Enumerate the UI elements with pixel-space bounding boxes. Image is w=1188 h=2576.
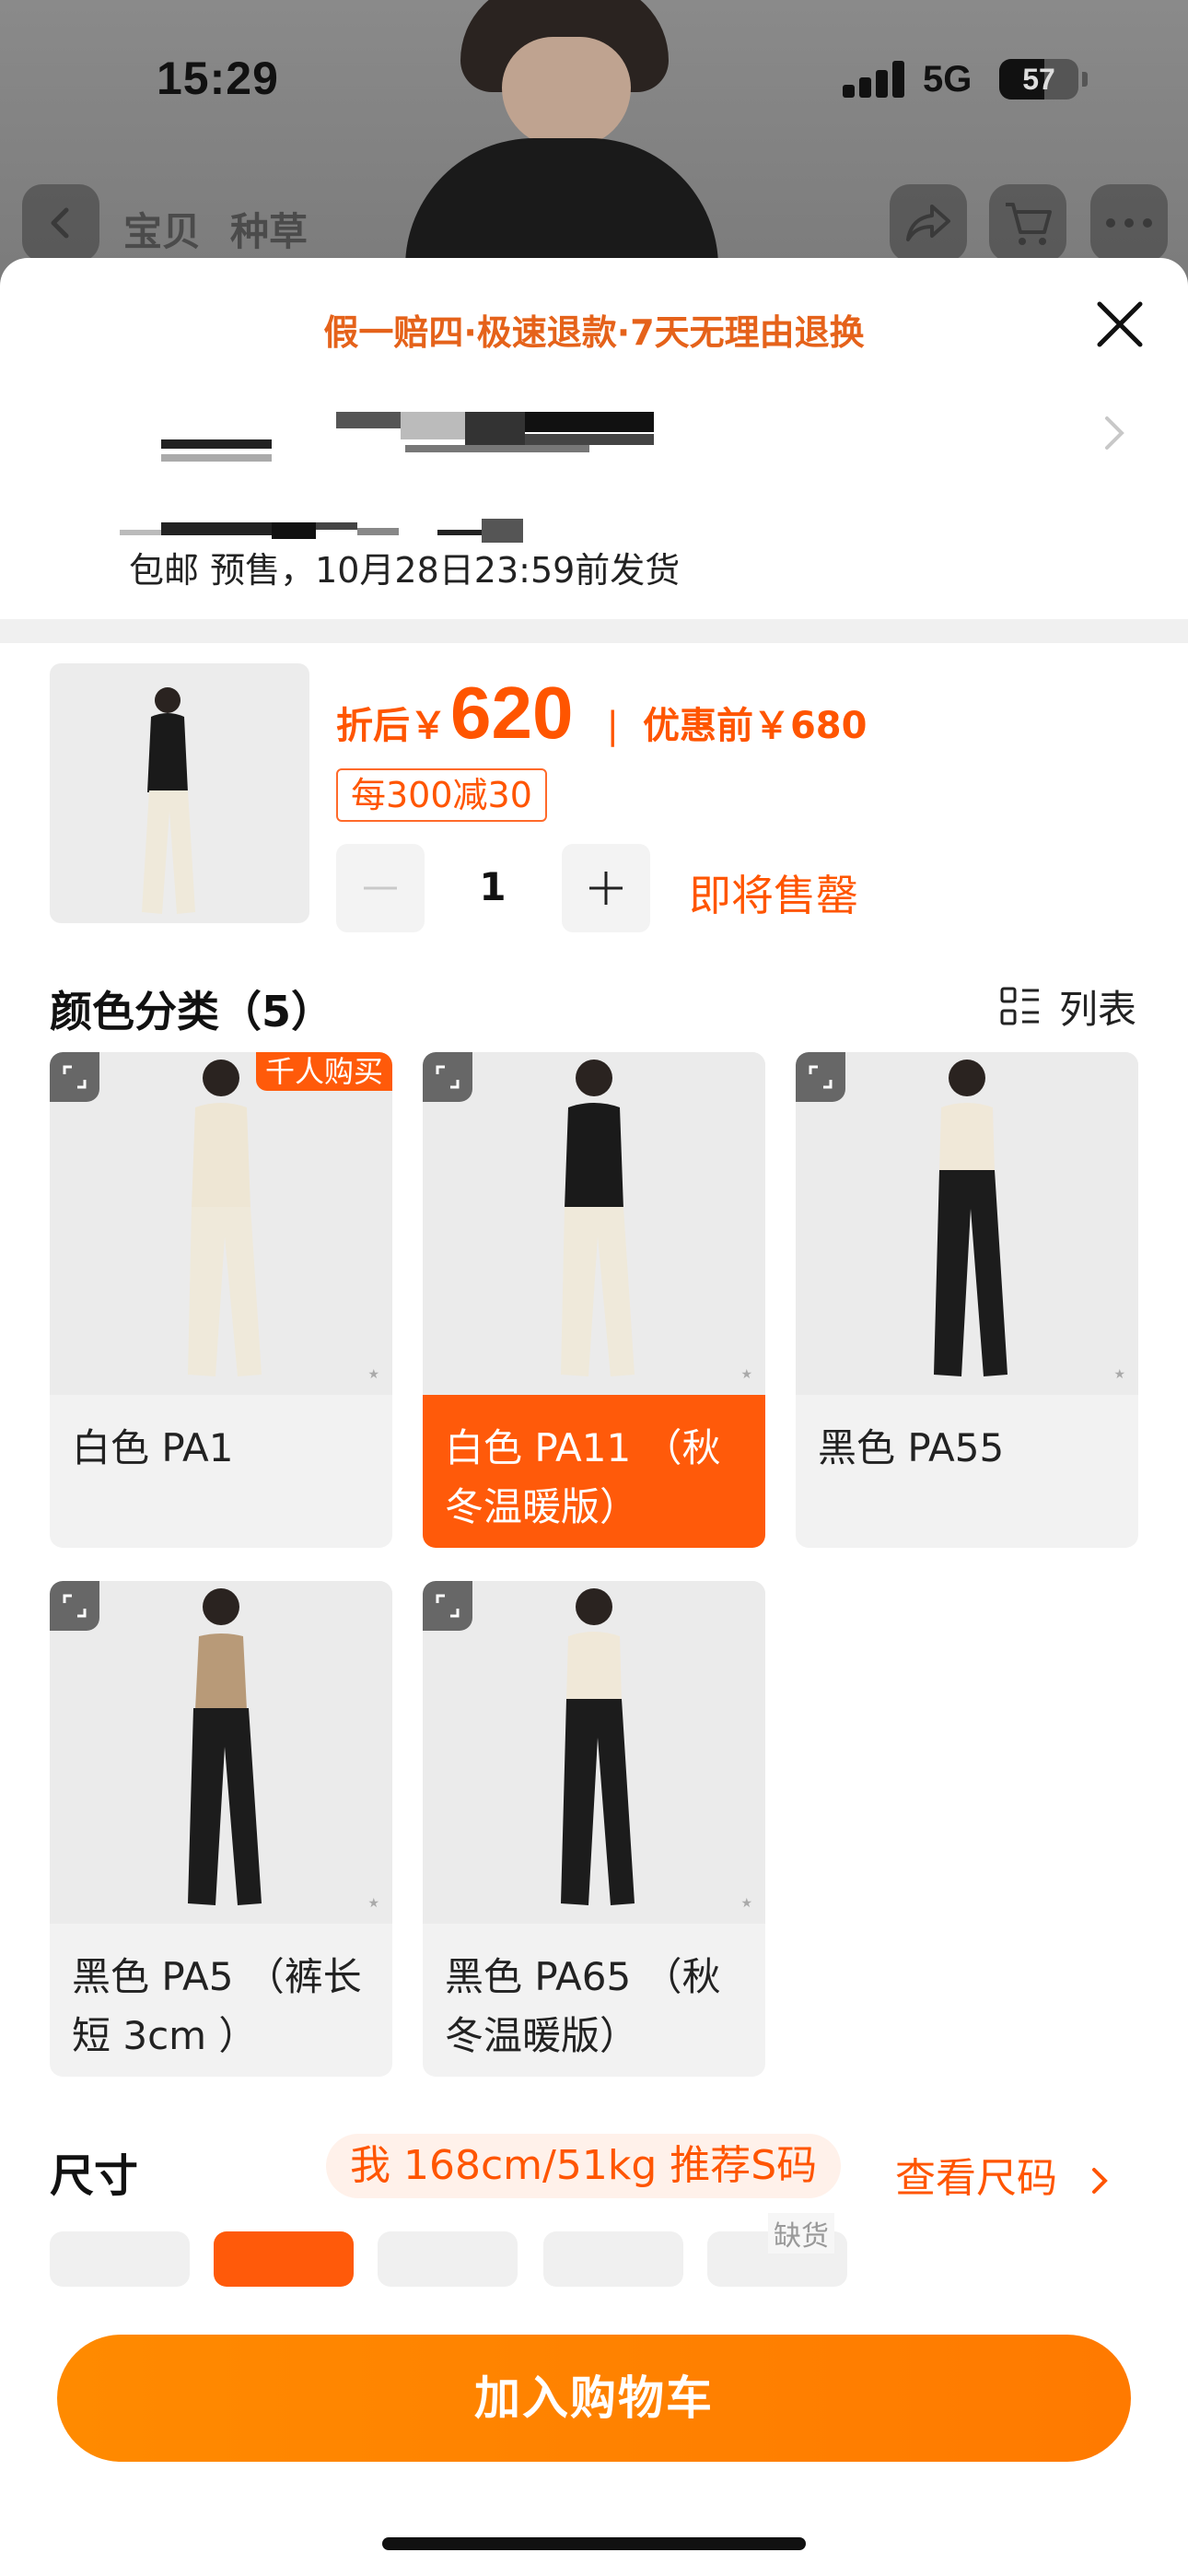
quantity-value[interactable]: 1: [465, 864, 520, 909]
quantity-increase-button[interactable]: [562, 844, 650, 932]
close-button[interactable]: [1087, 291, 1153, 357]
service-guarantee: 假一赔四·极速退款·7天无理由退换: [323, 312, 865, 353]
watermark-star-icon: ★: [1113, 1367, 1125, 1382]
sold-out-tag: 缺货: [768, 2213, 834, 2254]
size-recommendation[interactable]: 我 168cm/51kg 推荐S码: [326, 2134, 842, 2198]
color-option-image: ★: [423, 1052, 765, 1395]
battery-icon: 57: [999, 59, 1078, 100]
watermark-star-icon: ★: [367, 1367, 379, 1382]
chevron-right-icon: [1092, 2168, 1108, 2194]
color-option-image: ★: [423, 1581, 765, 1924]
original-price: 优惠前￥680: [642, 705, 868, 747]
shipping-info: 包邮 预售，10月28日23:59前发货: [129, 550, 681, 591]
battery-cap: [1082, 72, 1088, 87]
color-option-image: ★: [796, 1052, 1138, 1395]
price-line: 折后￥ 620 | 优惠前￥680: [336, 671, 867, 755]
bottom-action-bar: 加入购物车: [0, 2309, 1188, 2576]
size-guide-link[interactable]: 查看尺码: [895, 2145, 1116, 2204]
close-icon: [1097, 301, 1143, 347]
plus-icon: [589, 872, 623, 905]
popular-badge: 千人购买: [255, 1052, 392, 1091]
more-button[interactable]: [1090, 184, 1168, 262]
color-option-image: ★: [50, 1581, 392, 1924]
home-indicator: [382, 2537, 806, 2550]
stock-status: 即将售罄: [689, 871, 858, 920]
status-bar: 15:29 5G 57: [0, 0, 1188, 166]
color-section-title: 颜色分类（5）: [50, 987, 334, 1036]
size-guide-label: 查看尺码: [895, 2155, 1057, 2202]
color-option-image: 千人购买 ★: [50, 1052, 392, 1395]
back-button[interactable]: [22, 184, 99, 262]
expand-icon[interactable]: [423, 1581, 472, 1631]
share-icon: [906, 205, 950, 241]
selected-product-thumbnail[interactable]: [50, 663, 309, 923]
cart-button[interactable]: [989, 184, 1066, 262]
size-section-title: 尺寸: [50, 2150, 139, 2202]
size-chip[interactable]: [543, 2231, 683, 2287]
network-type: 5G: [923, 59, 973, 100]
tab-item[interactable]: 宝贝: [123, 201, 201, 257]
size-chip[interactable]: [50, 2231, 190, 2287]
price-separator: |: [606, 705, 619, 747]
color-option-label: 白色 PA11 （秋冬温暖版）: [423, 1395, 765, 1548]
product-nav-bar: 宝贝 种草: [0, 184, 1188, 267]
address-chevron-right-icon[interactable]: [1096, 405, 1133, 461]
color-option-label: 黑色 PA65 （秋冬温暖版）: [445, 1954, 721, 2058]
status-time: 15:29: [157, 53, 279, 104]
chevron-left-icon: [51, 207, 69, 239]
color-section: 颜色分类（5） 列表 千人购买 ★ 白色 PA1 ★ 白色 PA11 （秋冬温暖…: [0, 938, 1188, 2357]
list-view-label: 列表: [1059, 987, 1137, 1032]
section-divider: [0, 619, 1188, 643]
redacted-address-block[interactable]: [120, 401, 949, 543]
battery-level: 57: [1022, 63, 1055, 96]
price-prefix: 折后￥: [336, 705, 447, 747]
share-button[interactable]: [890, 184, 967, 262]
expand-icon[interactable]: [50, 1581, 99, 1631]
list-view-icon: [1000, 987, 1039, 1025]
watermark-star-icon: ★: [367, 1896, 379, 1911]
sku-selection-sheet: 假一赔四·极速退款·7天无理由退换 包邮 预售，10月28日23:59前发货 折…: [0, 258, 1188, 2576]
add-to-cart-button[interactable]: 加入购物车: [57, 2335, 1131, 2462]
color-option-card[interactable]: ★ 黑色 PA5 （裤长短 3cm ）: [50, 1581, 392, 2077]
cellular-signal-icon: [843, 61, 907, 98]
size-chip[interactable]: [378, 2231, 518, 2287]
color-option-label: 白色 PA1: [72, 1425, 234, 1470]
expand-icon[interactable]: [50, 1052, 99, 1102]
color-option-label: 黑色 PA55: [818, 1425, 1005, 1470]
color-option-card[interactable]: 千人购买 ★ 白色 PA1: [50, 1052, 392, 1548]
discounted-price: 620: [450, 672, 574, 754]
watermark-star-icon: ★: [740, 1896, 752, 1911]
list-view-toggle[interactable]: 列表: [998, 978, 1136, 1035]
minus-icon: [364, 886, 397, 890]
expand-icon[interactable]: [423, 1052, 472, 1102]
expand-icon[interactable]: [796, 1052, 845, 1102]
color-option-card[interactable]: ★ 黑色 PA65 （秋冬温暖版）: [423, 1581, 765, 2077]
color-option-label: 黑色 PA5 （裤长短 3cm ）: [72, 1954, 362, 2058]
color-option-card[interactable]: ★ 黑色 PA55: [796, 1052, 1138, 1548]
watermark-star-icon: ★: [740, 1367, 752, 1382]
tab-seeding[interactable]: 种草: [230, 201, 308, 257]
coupon-badge: 每300减30: [336, 768, 547, 822]
size-section-header: 尺寸 我 168cm/51kg 推荐S码 查看尺码: [0, 2123, 1188, 2224]
cart-icon: [1006, 203, 1052, 245]
more-dots-icon: [1106, 218, 1152, 228]
size-chip-selected[interactable]: [214, 2231, 354, 2287]
quantity-decrease-button[interactable]: [336, 844, 425, 932]
color-option-card-selected[interactable]: ★ 白色 PA11 （秋冬温暖版）: [423, 1052, 765, 1548]
product-summary: 折后￥ 620 | 优惠前￥680 每300减30 1 即将售罄: [0, 643, 1188, 938]
